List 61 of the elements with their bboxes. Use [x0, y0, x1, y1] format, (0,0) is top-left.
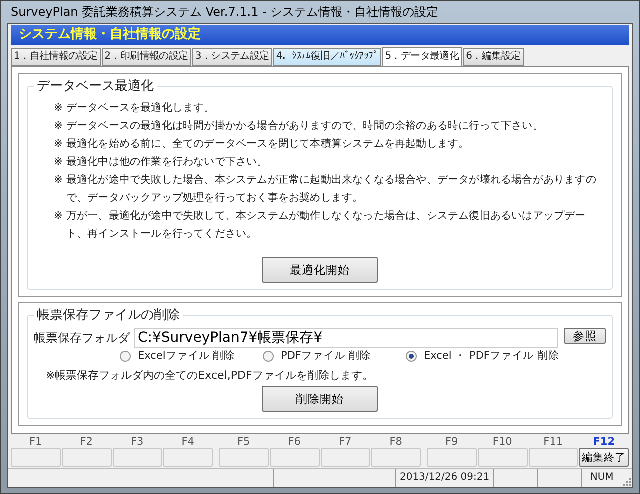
function-key-button[interactable] [270, 448, 320, 467]
note-text: 最適化中は他の作業を行わないで下さい。 [66, 155, 268, 170]
note-text: データベースの最適化は時間が掛かかる場合がありますので、時間の余裕のある時に行って下さい。 [66, 119, 544, 134]
function-key-button[interactable] [528, 448, 578, 467]
resize-grip-icon[interactable] [622, 477, 632, 487]
radio-label: Excel ・ PDFファイル 削除 [424, 349, 560, 363]
tab[interactable]: 4．ｼｽﾃﾑ復旧／ﾊﾞｯｸｱｯﾌﾟ [273, 48, 382, 66]
function-key-button[interactable] [219, 448, 269, 467]
note-mark: ※ [54, 173, 62, 188]
function-key-label: F12 [592, 436, 616, 448]
note-text: 最適化を始める前に、全てのデータベースを閉じて本積算システムを再起動します。 [66, 137, 470, 152]
function-key-label: F5 [236, 436, 252, 448]
function-key-button[interactable]: 編集終了 [579, 448, 629, 467]
window-title: SurveyPlan 委託業務積算システム Ver.7.1.1 - システム情報・自社情報の設定 [10, 4, 440, 21]
function-key-button[interactable] [427, 448, 477, 467]
note-text: 最適化が途中で失敗した場合、本システムが正常に起動出来なくなる場合や、データが壊れる場合がありますので、データバックアップ処理を行っておく事をお奨めします。 [66, 173, 598, 206]
function-key-button[interactable] [163, 448, 213, 467]
radio-button[interactable] [406, 350, 417, 362]
function-key-button[interactable] [320, 448, 370, 467]
function-key-button[interactable] [478, 448, 528, 467]
header-title: システム情報・自社情報の設定 [11, 25, 629, 45]
note-text: ※帳票保存フォルダ内の全てのExcel,PDFファイルを削除します。 [45, 368, 374, 383]
function-key-button[interactable] [371, 448, 421, 467]
tab[interactable]: 1．自社情報の設定 [11, 48, 101, 66]
radio-label: Excelファイル 削除 [138, 349, 236, 363]
radio-button[interactable] [263, 350, 274, 362]
function-key-button[interactable] [62, 448, 112, 467]
function-key-label: F11 [542, 436, 564, 448]
radio-button[interactable] [120, 350, 131, 362]
status-num: NUM [589, 471, 615, 485]
note-mark: ※ [54, 101, 62, 116]
function-key-label: F2 [79, 436, 94, 448]
note-mark: ※ [54, 209, 62, 224]
tab[interactable]: 5．データ最適化 [382, 47, 462, 66]
tab[interactable]: 2．印刷情報の設定 [102, 48, 192, 66]
note-text: データベースを最適化します。 [66, 101, 215, 116]
function-key-button[interactable] [112, 448, 162, 467]
function-key-label: F4 [180, 436, 196, 448]
note-mark: ※ [54, 155, 62, 170]
radio-label: PDFファイル 削除 [281, 349, 371, 363]
function-key-label: F8 [388, 436, 404, 448]
optimize-button[interactable]: 最適化開始 [262, 257, 378, 283]
function-key-label: F10 [492, 436, 514, 448]
group-title: データベース最適化 [34, 77, 157, 95]
group-title: 帳票保存ファイルの削除 [34, 306, 183, 324]
folder-label: 帳票保存フォルダ [34, 330, 130, 347]
tab[interactable]: 3．システム設定 [192, 48, 272, 66]
function-key-button[interactable] [11, 448, 61, 467]
browse-button[interactable]: 参照 [564, 328, 606, 344]
status-datetime: 2013/12/26 09:21 [396, 469, 494, 487]
function-key-label: F7 [338, 436, 353, 448]
note-text: 万が一、最適化が途中で失敗して、本システムが動作しなくなった場合は、システム復旧あるいはアップデート、再インストールを行ってください。 [66, 209, 587, 242]
function-key-label: F9 [444, 436, 460, 448]
function-key-label: F3 [130, 436, 145, 448]
tab[interactable]: 6．編集設定 [463, 48, 524, 66]
function-key-label: F6 [287, 436, 302, 448]
folder-field[interactable]: C:¥SurveyPlan7¥帳票保存¥ [134, 328, 558, 348]
note-mark: ※ [54, 119, 62, 134]
delete-button[interactable]: 削除開始 [262, 386, 378, 412]
note-mark: ※ [54, 137, 62, 152]
function-key-label: F1 [28, 436, 44, 448]
